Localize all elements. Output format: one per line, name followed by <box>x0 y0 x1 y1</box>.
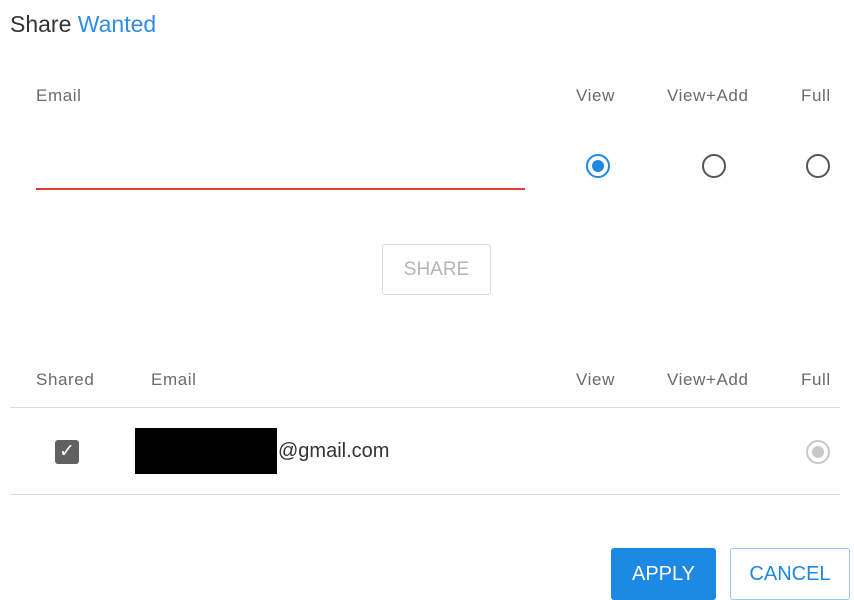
column-header-shared: Shared <box>36 370 95 389</box>
permission-full-radio[interactable] <box>806 154 830 178</box>
row-permission-full-radio[interactable] <box>806 440 830 464</box>
table-header-divider <box>10 407 840 408</box>
column-header-view-add: View+Add <box>667 370 749 389</box>
column-header-email: Email <box>151 370 197 389</box>
share-button[interactable]: SHARE <box>382 244 491 295</box>
permission-view-label: View <box>576 86 615 105</box>
permission-full-label: Full <box>801 86 831 105</box>
apply-button[interactable]: APPLY <box>611 548 716 600</box>
check-icon: ✓ <box>59 441 75 462</box>
dialog-title-accent: Wanted <box>77 11 157 37</box>
permission-view-radio[interactable] <box>586 154 610 178</box>
permission-view-add-label: View+Add <box>667 86 749 105</box>
shared-email-value: @gmail.com <box>278 440 390 462</box>
table-bottom-divider <box>10 494 840 495</box>
email-input[interactable] <box>36 146 525 190</box>
column-header-full: Full <box>801 370 831 389</box>
permission-view-add-radio[interactable] <box>702 154 726 178</box>
shared-checkbox[interactable]: ✓ <box>55 440 79 464</box>
dialog-title: Share Wanted <box>10 11 156 38</box>
email-field-label: Email <box>36 86 82 105</box>
dialog-title-prefix: Share <box>10 11 72 37</box>
redacted-email-block <box>135 428 277 474</box>
column-header-view: View <box>576 370 615 389</box>
cancel-button[interactable]: CANCEL <box>730 548 850 600</box>
